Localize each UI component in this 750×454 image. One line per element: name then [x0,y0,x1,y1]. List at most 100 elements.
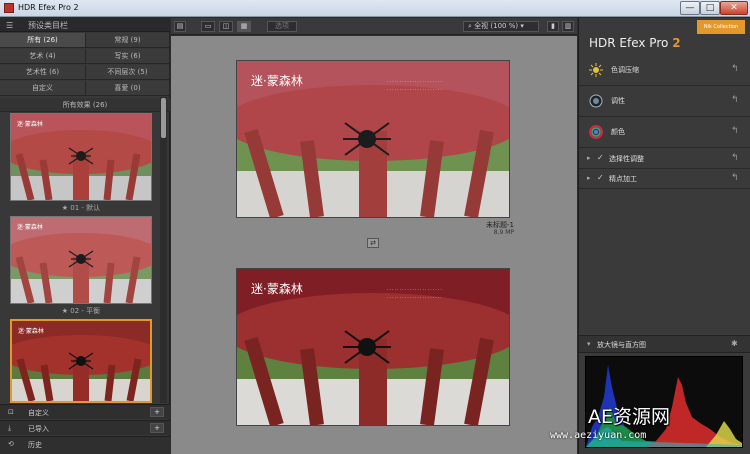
compare-before-button[interactable]: ▮ [547,21,559,32]
preset-caption: ★ 01 - 默认 [61,204,101,212]
app-icon [4,3,14,13]
nik-collection-logo: Nik Collection [697,20,745,34]
section-tone-compression-label: 色调压缩 [611,66,639,74]
close-button[interactable]: ✕ [720,1,748,15]
swap-compare-icon[interactable]: ⇄ [367,238,379,248]
preset-panel-header: ☰ 预设类目栏 [0,18,170,32]
image-size: 8.9 MP [493,229,514,236]
enabled-check-icon[interactable]: ✓ [597,153,604,162]
product-title-main: HDR Efex Pro [589,36,669,50]
minimize-button[interactable]: — [680,1,700,15]
loupe-histogram-label: 放大镜与直方图 [597,341,646,349]
svg-text:迷·蒙森林: 迷·蒙森林 [251,73,303,88]
reset-icon[interactable]: ↰ [731,173,739,183]
side-by-side-button[interactable]: ▦ [237,21,251,32]
category-common[interactable]: 常规 (9) [86,33,170,48]
options-button[interactable]: 选项 [267,21,297,32]
expand-triangle-icon[interactable]: ▸ [587,174,591,182]
section-tonality-label: 调性 [611,97,625,105]
zoom-dropdown[interactable]: ⌕ 全视 (100 %) ▾ [463,21,539,32]
preview-image: 迷·蒙森林 · · · · · · · · · · · · · · · · · … [223,61,523,220]
footer-custom[interactable]: ⊡ 自定义 + [0,404,170,419]
import-icon: ⤓ [8,424,12,432]
category-favorites[interactable]: 喜爱 (0) [86,81,170,96]
reset-icon[interactable]: ↰ [731,153,739,163]
preset-thumbnail-selected[interactable]: 迷·蒙森林 [1,319,161,403]
chevron-down-icon: ▾ [518,22,524,30]
svg-text:· · · · · · · · · · · · · · ·: · · · · · · · · · · · · · · · · · · · · … [387,287,442,292]
add-imported-button[interactable]: + [150,423,164,433]
presets-section-title: 所有效果 (26) [0,98,170,112]
category-all[interactable]: 所有 (26) [0,33,86,48]
footer-imported-label: 已导入 [28,425,49,433]
product-title-version: 2 [672,36,681,50]
color-icon [589,125,603,139]
sun-icon [589,63,603,77]
maximize-button[interactable]: □ [700,1,720,15]
watermark-url: www.aeziyuan.com [550,430,647,441]
loupe-histogram-header[interactable]: ▾ 放大镜与直方图 ✱ [579,335,750,353]
svg-text:迷·蒙森林: 迷·蒙森林 [17,120,43,128]
footer-history[interactable]: ⟲ 历史 [0,436,170,454]
watermark-title: AE资源网 [588,406,671,428]
footer-imported[interactable]: ⤓ 已导入 + [0,420,170,435]
history-icon: ⟲ [8,440,14,448]
add-custom-button[interactable]: + [150,407,164,417]
svg-text:迷·蒙森林: 迷·蒙森林 [17,223,43,231]
category-artistic[interactable]: 艺术 (4) [0,49,86,64]
preset-image: 迷·蒙森林 [1,217,161,304]
preset-image: 迷·蒙森林 [1,321,161,402]
enabled-check-icon[interactable]: ✓ [597,173,604,182]
tone-icon [589,94,603,108]
menu-icon[interactable]: ☰ [6,21,13,30]
presets-scrollbar[interactable] [160,97,167,403]
adjustments-panel: Nik Collection HDR Efex Pro 2 色调压缩 ↰ 调性 … [578,18,750,454]
footer-custom-label: 自定义 [28,409,49,417]
zoom-value: 全视 (100 %) [474,22,519,30]
category-realistic[interactable]: 写实 (6) [86,49,170,64]
category-levels[interactable]: 不同层次 (5) [86,65,170,80]
section-finishing-label: 精点加工 [609,175,637,183]
svg-text:迷·蒙森林: 迷·蒙森林 [18,327,44,335]
section-color[interactable]: 颜色 ↰ [579,118,750,148]
svg-text:迷·蒙森林: 迷·蒙森林 [251,281,303,296]
pin-icon[interactable]: ✱ [731,339,738,348]
preset-caption: ★ 02 - 平衡 [61,307,101,315]
split-view-button[interactable]: ◫ [219,21,233,32]
section-color-label: 颜色 [611,128,625,136]
user-icon: ⊡ [8,408,14,416]
section-finishing[interactable]: ▸ ✓ 精点加工 ↰ [579,169,750,189]
section-tone-compression[interactable]: 色调压缩 ↰ [579,56,750,86]
section-selective-adjustments[interactable]: ▸ ✓ 选择性调整 ↰ [579,149,750,169]
title-bar: HDR Efex Pro 2 — □ ✕ [0,0,750,17]
toggle-right-panel-button[interactable]: ▥ [562,21,574,32]
single-view-button[interactable]: ▭ [201,21,215,32]
svg-text:· · · · · · · · · · · · · · ·: · · · · · · · · · · · · · · · · · · · · … [387,79,442,84]
preset-panel: ☰ 预设类目栏 所有 (26) 常规 (9) 艺术 (4) 写实 (6) 艺术性… [0,18,170,454]
presets-scrollbar-thumb[interactable] [161,98,166,138]
collapse-triangle-icon[interactable]: ▾ [587,340,591,348]
window-title: HDR Efex Pro 2 [18,3,79,12]
reset-icon[interactable]: ↰ [731,64,739,74]
preview-after[interactable]: 迷·蒙森林 · · · · · · · · · · · · · · · · · … [223,60,523,220]
footer-history-label: 历史 [28,441,42,449]
toggle-left-panel-button[interactable]: ▤ [174,21,186,32]
section-tonality[interactable]: 调性 ↰ [579,87,750,117]
expand-triangle-icon[interactable]: ▸ [587,154,591,162]
preview-before[interactable]: 迷·蒙森林 · · · · · · · · · · · · · · · · · … [223,268,523,428]
preset-panel-title: 预设类目栏 [28,21,68,30]
reset-icon[interactable]: ↰ [731,126,739,136]
view-toolbar: ▤ ▭ ◫ ▦ 选项 ⌕ 全视 (100 %) ▾ ▮ ▥ [171,18,577,35]
svg-text:· · · · · · · · · · · · · · ·: · · · · · · · · · · · · · · · · · · · · … [387,295,442,300]
category-artistic2[interactable]: 艺术性 (6) [0,65,86,80]
section-selective-label: 选择性调整 [609,155,644,163]
preset-thumbnail[interactable]: 迷·蒙森林 [1,216,161,304]
preview-image: 迷·蒙森林 · · · · · · · · · · · · · · · · · … [223,269,523,428]
svg-text:· · · · · · · · · · · · · · ·: · · · · · · · · · · · · · · · · · · · · … [387,87,442,92]
category-custom[interactable]: 自定义 [0,81,86,96]
preview-canvas: 迷·蒙森林 · · · · · · · · · · · · · · · · · … [171,36,577,454]
preset-image: 迷·蒙森林 [1,114,161,201]
preset-thumbnail[interactable]: 迷·蒙森林 [1,113,161,201]
reset-icon[interactable]: ↰ [731,95,739,105]
product-title: HDR Efex Pro 2 [589,36,681,50]
